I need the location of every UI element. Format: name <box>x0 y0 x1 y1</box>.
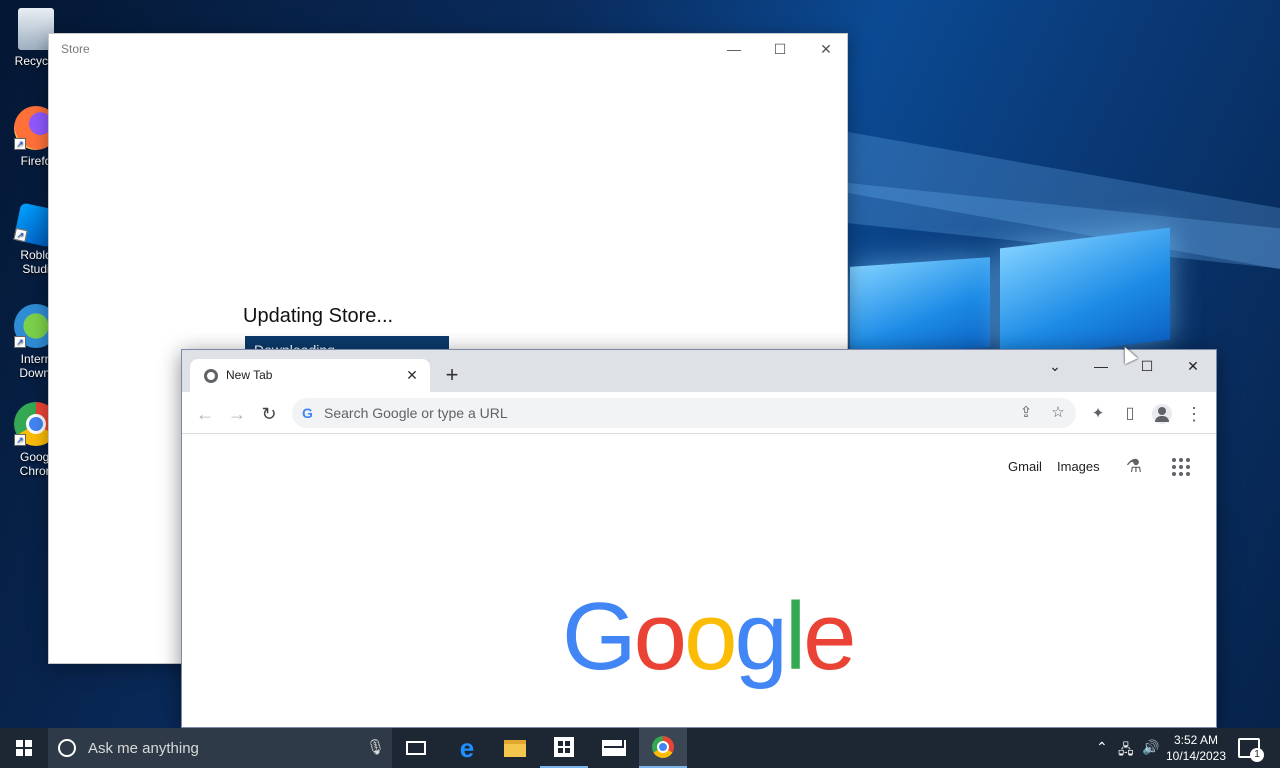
edge-icon: e <box>459 732 475 763</box>
taskbar-mail[interactable] <box>590 728 638 768</box>
logo-letter: o <box>684 583 737 690</box>
store-update-status: Updating Store... <box>243 305 394 327</box>
store-icon <box>554 737 574 757</box>
microphone-icon[interactable]: 🎙 <box>366 738 385 756</box>
logo-letter: g <box>734 583 787 690</box>
chrome-minimize-button[interactable]: — <box>1078 352 1124 380</box>
chrome-tab-strip: New Tab ✕ + ⌄ — ☐ ✕ <box>182 350 1216 392</box>
store-close-button[interactable]: ✕ <box>803 34 849 64</box>
chrome-window: New Tab ✕ + ⌄ — ☐ ✕ ← → ↻ G Search Googl… <box>181 349 1217 728</box>
network-icon[interactable]: 🖧 <box>1118 739 1134 763</box>
notification-count-badge: 1 <box>1250 748 1264 762</box>
folder-icon <box>504 739 526 757</box>
taskbar-clock[interactable]: 3:52 AM 10/14/2023 <box>1160 732 1232 764</box>
start-button[interactable] <box>0 728 48 768</box>
shortcut-arrow-icon: ↗ <box>14 434 26 446</box>
store-minimize-button[interactable]: — <box>711 34 757 64</box>
shortcut-arrow-icon: ↗ <box>13 227 28 243</box>
chrome-icon <box>652 736 674 758</box>
chrome-favicon-icon <box>204 369 218 383</box>
taskbar-file-explorer[interactable] <box>491 728 539 768</box>
forward-button[interactable]: → <box>224 401 250 427</box>
tab-search-button[interactable]: ⌄ <box>1032 352 1078 380</box>
taskbar-chrome[interactable] <box>639 728 687 768</box>
google-g-icon: G <box>302 405 313 421</box>
tab-new-tab[interactable]: New Tab ✕ <box>190 359 430 392</box>
omnibox[interactable]: G Search Google or type a URL ⇪ ☆ <box>292 398 1076 428</box>
windows-logo-icon <box>16 740 32 756</box>
shortcut-arrow-icon: ↗ <box>14 336 26 348</box>
google-apps-icon[interactable] <box>1172 458 1190 476</box>
mail-icon <box>602 738 626 756</box>
extensions-icon[interactable]: ✦ <box>1085 401 1111 427</box>
task-view-button[interactable] <box>392 728 440 768</box>
gmail-link[interactable]: Gmail <box>1008 459 1042 474</box>
back-button[interactable]: ← <box>192 401 218 427</box>
chrome-labs-icon[interactable]: ⚗ <box>1122 456 1146 480</box>
logo-letter: G <box>562 583 637 690</box>
chrome-toolbar: ← → ↻ G Search Google or type a URL ⇪ ☆ … <box>182 392 1216 434</box>
clock-time: 3:52 AM <box>1173 733 1219 747</box>
cortana-icon <box>58 739 76 757</box>
reload-button[interactable]: ↻ <box>256 401 282 427</box>
task-view-icon <box>406 741 426 755</box>
logo-letter: e <box>803 583 856 690</box>
images-link[interactable]: Images <box>1057 459 1100 474</box>
logo-letter: o <box>633 583 687 690</box>
new-tab-button[interactable]: + <box>440 364 464 388</box>
bookmark-star-icon[interactable]: ☆ <box>1048 403 1068 423</box>
wallpaper-logo-pane <box>850 257 990 357</box>
store-maximize-button[interactable]: ☐ <box>757 34 803 64</box>
chrome-menu-icon[interactable]: ⋮ <box>1181 401 1207 427</box>
tab-title: New Tab <box>226 368 273 382</box>
volume-icon[interactable]: 🔊 <box>1142 739 1159 756</box>
omnibox-placeholder: Search Google or type a URL <box>324 405 508 421</box>
show-hidden-icons-button[interactable]: ⌃ <box>1096 739 1108 756</box>
tab-close-button[interactable]: ✕ <box>402 365 422 385</box>
search-placeholder: Ask me anything <box>88 740 199 757</box>
share-icon[interactable]: ⇪ <box>1016 403 1036 423</box>
taskbar: Ask me anything 🎙 e ⌃ 🖧 🔊 3:52 AM 10/14/… <box>0 728 1280 768</box>
store-window-title: Store <box>61 42 90 56</box>
shortcut-arrow-icon: ↗ <box>14 138 26 150</box>
taskbar-store[interactable] <box>540 728 588 768</box>
profile-icon[interactable] <box>1149 401 1175 427</box>
taskbar-edge[interactable]: e <box>443 728 491 768</box>
chrome-close-button[interactable]: ✕ <box>1170 352 1216 380</box>
google-logo: Google <box>562 582 857 692</box>
taskbar-search-box[interactable]: Ask me anything 🎙 <box>48 728 392 768</box>
logo-letter: l <box>784 583 806 690</box>
clock-date: 10/14/2023 <box>1165 749 1227 763</box>
wallpaper-logo-pane <box>1000 227 1170 361</box>
side-panel-icon[interactable]: ▯ <box>1117 401 1143 427</box>
